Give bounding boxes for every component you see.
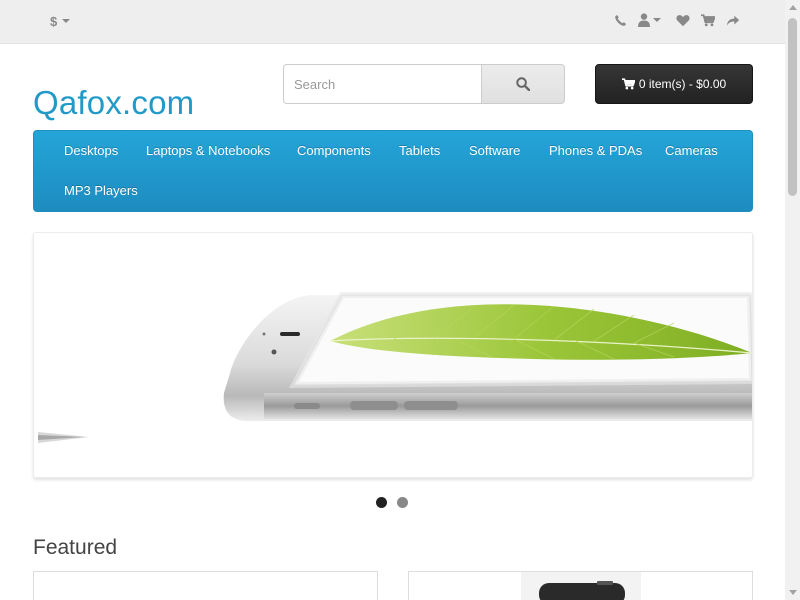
cart-button[interactable]: 0 item(s) - $0.00 — [595, 64, 753, 104]
slide-dot-1[interactable] — [376, 497, 387, 508]
chevron-down-icon — [652, 18, 661, 22]
phone-icon[interactable] — [612, 11, 628, 29]
menu-item-software[interactable]: Software — [469, 142, 520, 160]
search-bar — [283, 64, 565, 104]
featured-heading: Featured — [33, 536, 118, 559]
search-icon — [516, 77, 530, 91]
search-input[interactable] — [283, 64, 481, 104]
menu-item-mp3-players[interactable]: MP3 Players — [64, 182, 138, 200]
search-button[interactable] — [481, 64, 565, 104]
product-image — [521, 572, 641, 600]
scrollbar-thumb[interactable] — [788, 18, 797, 196]
currency-dropdown[interactable]: $ — [50, 12, 71, 30]
top-links — [612, 11, 741, 29]
heart-icon[interactable] — [675, 11, 691, 29]
category-menu: Desktops Laptops & Notebooks Components … — [33, 130, 753, 212]
menu-item-cameras[interactable]: Cameras — [665, 142, 718, 160]
slide-dot-2[interactable] — [397, 497, 408, 508]
chevron-down-icon — [62, 19, 71, 23]
account-dropdown[interactable] — [636, 11, 662, 29]
menu-item-components[interactable]: Components — [297, 142, 371, 160]
menu-item-tablets[interactable]: Tablets — [399, 142, 440, 160]
cart-icon — [621, 78, 635, 90]
slideshow[interactable] — [33, 232, 753, 478]
scroll-down-icon[interactable] — [789, 590, 797, 595]
menu-item-desktops[interactable]: Desktops — [64, 142, 118, 160]
product-card[interactable] — [33, 571, 378, 600]
user-icon — [637, 13, 650, 27]
currency-symbol: $ — [50, 13, 58, 29]
slideshow-pagination — [376, 497, 408, 508]
cart-icon[interactable] — [700, 11, 716, 29]
top-bar: $ — [0, 0, 785, 44]
menu-item-phones-pdas[interactable]: Phones & PDAs — [549, 142, 642, 160]
site-logo[interactable]: Qafox.com — [33, 84, 194, 122]
page-scrollbar[interactable] — [785, 0, 800, 600]
iphone-banner-image — [38, 292, 752, 443]
scroll-up-icon[interactable] — [789, 5, 797, 10]
menu-item-laptops-notebooks[interactable]: Laptops & Notebooks — [146, 142, 270, 160]
cart-total-label: 0 item(s) - $0.00 — [638, 77, 727, 91]
share-icon[interactable] — [725, 11, 741, 29]
product-card[interactable] — [408, 571, 753, 600]
